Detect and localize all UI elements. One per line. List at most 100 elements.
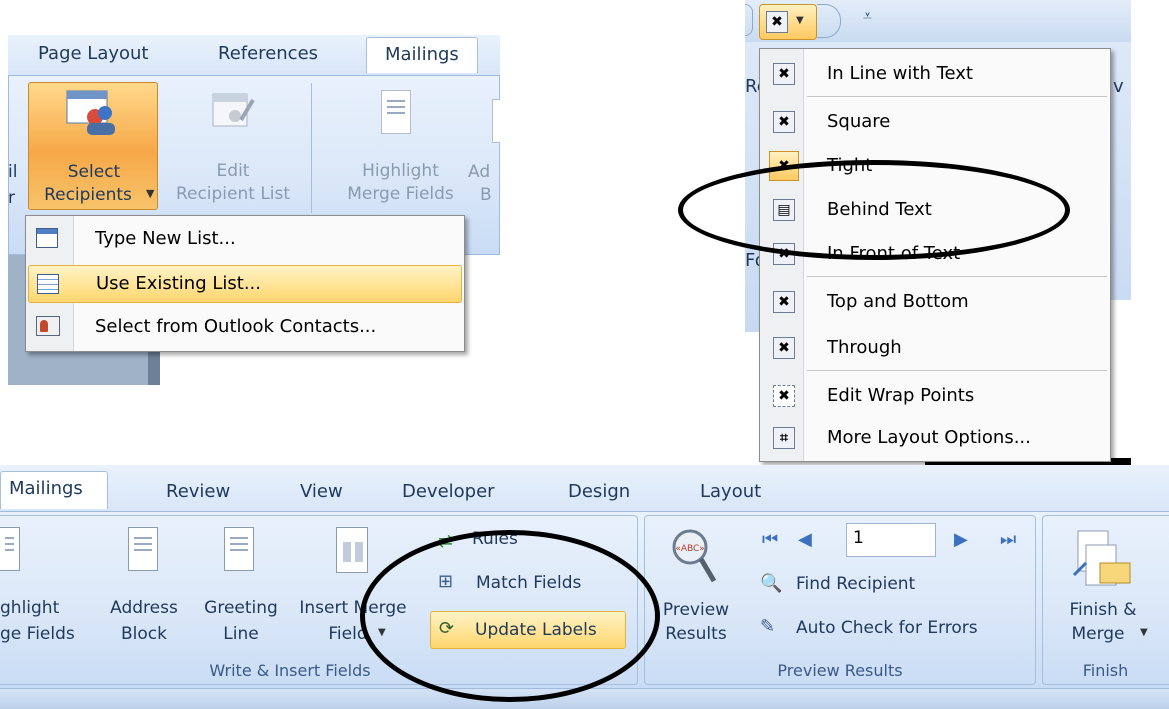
- cut-label-right-1: Ad: [468, 162, 491, 182]
- tab-mailings[interactable]: Mailings: [366, 37, 478, 73]
- edit-recipient-list-label-2: Recipient List: [175, 184, 291, 204]
- finish-merge-icon: [1072, 529, 1132, 587]
- svg-text:«ABC»: «ABC»: [675, 544, 704, 554]
- menu-item-label: Type New List...: [95, 228, 236, 249]
- previous-record-button[interactable]: ◀: [794, 527, 824, 557]
- auto-check-errors-button[interactable]: ✎ Auto Check for Errors: [756, 613, 1028, 645]
- select-recipients-label-2: Recipients: [44, 185, 132, 205]
- menu-item-type-new-list[interactable]: Type New List...: [28, 222, 462, 258]
- top-and-bottom-icon: ✖: [773, 291, 795, 313]
- select-recipients-button[interactable]: Select Recipients ▼: [28, 82, 158, 210]
- layout-options-icon: ⌗: [773, 427, 795, 449]
- find-recipient-icon: 🔍: [760, 573, 783, 594]
- menu-item-more-layout-options[interactable]: ⌗ More Layout Options...: [763, 418, 1109, 458]
- cut-label: v: [1113, 76, 1124, 97]
- contact-avatar-icon: [40, 320, 48, 332]
- square-wrap-icon: ✖: [773, 111, 795, 133]
- highlight-merge-fields-label-2: Merge Fields: [347, 184, 454, 204]
- menu-item-in-line-with-text[interactable]: ✖ In Line with Text: [763, 54, 1109, 94]
- record-number-value: 1: [853, 528, 864, 548]
- menu-item-label: In Line with Text: [827, 63, 973, 84]
- highlight-merge-fields-label-2[interactable]: ge Fields: [0, 623, 75, 645]
- auto-check-icon: ✎: [760, 616, 776, 637]
- greeting-line-button[interactable]: Greeting Line: [194, 523, 288, 651]
- tab-references[interactable]: References: [218, 43, 318, 64]
- finish-merge-label-1: Finish &: [1069, 600, 1137, 620]
- annotation-circle-behind-text: [678, 160, 1070, 260]
- edit-list-icon: [211, 90, 255, 134]
- text-wrapping-icon: ✖: [766, 11, 788, 33]
- address-block-label-2: Block: [121, 624, 167, 644]
- group-label-finish: Finish: [1082, 661, 1129, 680]
- existing-list-icon: [37, 274, 59, 294]
- menu-item-edit-wrap-points[interactable]: ✖ Edit Wrap Points: [763, 376, 1109, 416]
- menu-separator: [807, 370, 1107, 371]
- menu-separator: [807, 96, 1107, 97]
- greeting-line-label-1: Greeting: [204, 598, 278, 618]
- finish-merge-label-2: Merge: [1071, 624, 1125, 644]
- tab-mailings[interactable]: Mailings: [0, 471, 108, 509]
- first-record-icon: ⏮: [762, 529, 779, 550]
- menu-item-label: Use Existing List...: [96, 273, 261, 294]
- menu-item-through[interactable]: ✖ Through: [763, 328, 1109, 368]
- tab-view[interactable]: View: [300, 481, 343, 502]
- greeting-line-icon: [224, 527, 254, 571]
- find-recipient-label: Find Recipient: [796, 574, 916, 594]
- insert-merge-field-icon: [336, 527, 368, 573]
- highlight-merge-fields-label-1[interactable]: ghlight: [0, 597, 59, 619]
- last-record-button[interactable]: ⏭: [996, 527, 1026, 557]
- previous-record-icon: ◀: [798, 529, 812, 550]
- menu-item-top-and-bottom[interactable]: ✖ Top and Bottom: [763, 282, 1109, 322]
- find-recipient-button[interactable]: 🔍 Find Recipient: [756, 569, 996, 601]
- highlight-merge-fields-button[interactable]: Highlight Merge Fields: [333, 82, 468, 210]
- greeting-line-label-2: Line: [223, 624, 259, 644]
- tab-developer[interactable]: Developer: [402, 481, 495, 502]
- through-wrap-icon: ✖: [773, 337, 795, 359]
- menu-item-label: Select from Outlook Contacts...: [95, 316, 377, 337]
- preview-results-label-2: Results: [665, 624, 727, 644]
- menu-item-label: Square: [827, 111, 891, 132]
- tab-design[interactable]: Design: [568, 481, 630, 502]
- edit-recipient-list-label-1: Edit: [216, 161, 250, 181]
- magnifier-icon: «ABC»: [668, 527, 718, 587]
- panel-select-recipients: Page Layout References Mailings il r Sel…: [8, 35, 500, 385]
- annotation-circle-update-labels: [360, 530, 660, 702]
- select-recipients-label-1: Select: [67, 162, 121, 182]
- document-icon-partial: [492, 99, 500, 143]
- finish-merge-button[interactable]: Finish & Merge ▼: [1048, 521, 1158, 655]
- group-label-preview-results: Preview Results: [777, 661, 903, 680]
- auto-check-label: Auto Check for Errors: [796, 618, 978, 638]
- ribbon-bottom-bar: [0, 689, 1169, 709]
- chevron-down-icon: ▼: [146, 187, 155, 200]
- edit-wrap-points-icon: ✖: [773, 385, 795, 407]
- document-icon: [381, 90, 411, 134]
- next-record-button[interactable]: ▶: [950, 527, 980, 557]
- menu-item-label: Through: [827, 337, 902, 358]
- preview-results-button[interactable]: «ABC» Preview Results: [650, 521, 742, 655]
- tab-layout[interactable]: Layout: [700, 481, 761, 502]
- address-block-button[interactable]: Address Block: [98, 523, 190, 651]
- menu-item-square[interactable]: ✖ Square: [763, 102, 1109, 142]
- new-list-icon: [36, 228, 58, 248]
- menu-item-label: Top and Bottom: [827, 291, 969, 312]
- menu-separator: [807, 276, 1107, 277]
- tab-review[interactable]: Review: [166, 481, 230, 502]
- text-wrapping-dropdown-button[interactable]: ✖ ▼: [759, 4, 817, 40]
- menu-item-select-from-outlook[interactable]: Select from Outlook Contacts...: [28, 310, 462, 346]
- chevron-down-icon: ▼: [1140, 627, 1148, 638]
- address-block-icon: [128, 527, 158, 571]
- tab-page-layout[interactable]: Page Layout: [38, 43, 149, 64]
- in-line-with-text-icon: ✖: [773, 63, 795, 85]
- cut-label-left-2: r: [8, 188, 15, 208]
- chevron-down-icon: ▼: [796, 15, 804, 26]
- address-block-label-1: Address: [110, 598, 178, 618]
- group-separator: [311, 83, 312, 213]
- record-number-field[interactable]: 1: [846, 523, 936, 557]
- first-record-button[interactable]: ⏮: [758, 527, 788, 557]
- menu-item-use-existing-list[interactable]: Use Existing List...: [28, 265, 462, 303]
- customize-toolbar-icon[interactable]: ⩡: [863, 6, 872, 26]
- last-record-icon: ⏭: [1000, 529, 1017, 550]
- cut-label-left-1: il: [8, 162, 18, 182]
- next-record-icon: ▶: [954, 529, 968, 550]
- edit-recipient-list-button[interactable]: Edit Recipient List: [163, 82, 303, 210]
